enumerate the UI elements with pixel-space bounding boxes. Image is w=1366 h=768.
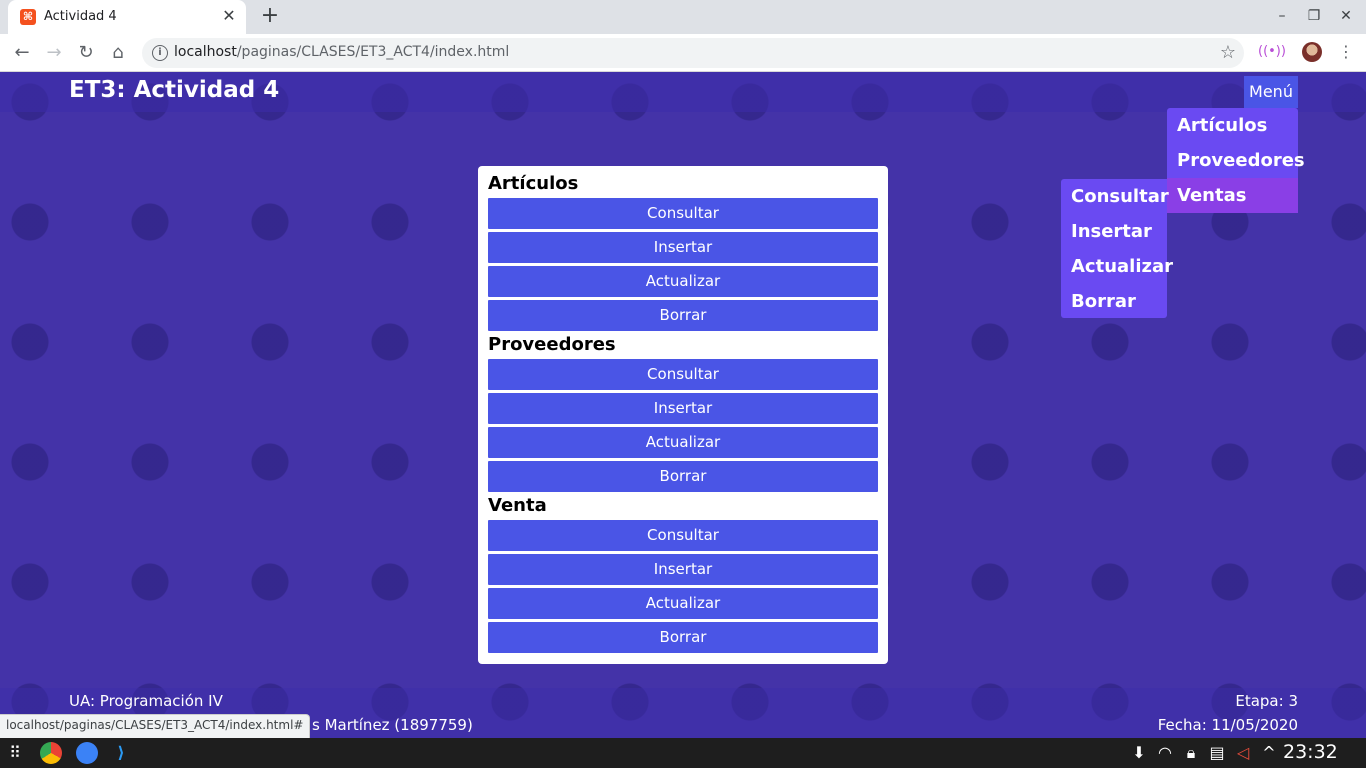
submenu-item-borrar[interactable]: Borrar — [1061, 284, 1167, 319]
extension-icon[interactable]: ((•)) — [1258, 43, 1286, 61]
browser-tabbar: ⌘ Actividad 4 ✕ + – ❐ ✕ — [0, 0, 1366, 34]
actions-card: Artículos Consultar Insertar Actualizar … — [478, 166, 888, 664]
close-window-icon[interactable]: ✕ — [1336, 6, 1356, 26]
more-menu-icon[interactable]: ⋮ — [1336, 42, 1356, 62]
submenu-item-insertar[interactable]: Insertar — [1061, 214, 1167, 249]
chrome-icon[interactable] — [40, 742, 62, 764]
proveedores-borrar-button[interactable]: Borrar — [488, 461, 878, 492]
articulos-consultar-button[interactable]: Consultar — [488, 198, 878, 229]
vscode-icon[interactable]: ⟩ — [110, 742, 132, 764]
home-icon[interactable]: ⌂ — [106, 41, 130, 65]
clipboard-icon[interactable]: ▤ — [1206, 742, 1228, 764]
menu-item-proveedores[interactable]: Proveedores — [1167, 143, 1305, 178]
app-grid-icon[interactable]: ⠿ — [4, 742, 26, 764]
venta-borrar-button[interactable]: Borrar — [488, 622, 878, 653]
browser-toolbar: ← → ↻ ⌂ i localhost/paginas/CLASES/ET3_A… — [0, 34, 1366, 72]
info-icon[interactable]: i — [152, 45, 168, 61]
articulos-borrar-button[interactable]: Borrar — [488, 300, 878, 331]
browser-tab[interactable]: ⌘ Actividad 4 ✕ — [8, 0, 246, 34]
articulos-actualizar-button[interactable]: Actualizar — [488, 266, 878, 297]
submenu-item-consultar[interactable]: Consultar — [1061, 179, 1169, 214]
url-text: localhost/paginas/CLASES/ET3_ACT4/index.… — [174, 44, 510, 60]
reload-icon[interactable]: ↻ — [74, 41, 98, 65]
minimize-icon[interactable]: – — [1272, 6, 1292, 26]
new-tab-button[interactable]: + — [260, 5, 280, 27]
browser-icon[interactable] — [76, 742, 98, 764]
submenu-item-actualizar[interactable]: Actualizar — [1061, 249, 1173, 284]
articulos-insertar-button[interactable]: Insertar — [488, 232, 878, 263]
page-body: ET3: Actividad 4 Menú Artículos Proveedo… — [0, 72, 1366, 738]
wifi-icon[interactable]: ◠ — [1154, 742, 1176, 764]
section-title-articulos: Artículos — [488, 173, 579, 194]
bookmark-star-icon[interactable]: ☆ — [1220, 42, 1236, 63]
menu-item-articulos[interactable]: Artículos — [1167, 108, 1298, 143]
section-title-venta: Venta — [488, 495, 547, 516]
volume-muted-icon[interactable]: ◁ — [1232, 742, 1254, 764]
restore-icon[interactable]: ❐ — [1304, 6, 1324, 26]
venta-insertar-button[interactable]: Insertar — [488, 554, 878, 585]
address-bar[interactable]: i localhost/paginas/CLASES/ET3_ACT4/inde… — [142, 38, 1244, 68]
footer-etapa: Etapa: 3 — [1235, 692, 1298, 710]
proveedores-actualizar-button[interactable]: Actualizar — [488, 427, 878, 458]
link-status-bubble: localhost/paginas/CLASES/ET3_ACT4/index.… — [0, 714, 311, 738]
back-icon[interactable]: ← — [10, 41, 34, 65]
lock-icon[interactable]: 🔒︎ — [1180, 742, 1202, 764]
tab-title: Actividad 4 — [44, 9, 117, 24]
os-taskbar: ⠿ ⟩ ⬇ ◠ 🔒︎ ▤ ◁ ^ 23:32 — [0, 738, 1366, 768]
page-title: ET3: Actividad 4 — [69, 77, 280, 103]
footer-student: s Martínez (1897759) — [312, 716, 473, 734]
page-header: ET3: Actividad 4 Menú — [0, 72, 1366, 112]
menu-item-ventas[interactable]: Ventas — [1167, 178, 1298, 213]
footer-ua: UA: Programación IV — [69, 692, 223, 710]
forward-icon[interactable]: → — [42, 41, 66, 65]
venta-consultar-button[interactable]: Consultar — [488, 520, 878, 551]
ventas-submenu: Consultar Insertar Actualizar Borrar — [1061, 179, 1173, 319]
menu-button[interactable]: Menú — [1244, 76, 1298, 108]
proveedores-insertar-button[interactable]: Insertar — [488, 393, 878, 424]
chevron-up-icon[interactable]: ^ — [1258, 742, 1280, 764]
section-title-proveedores: Proveedores — [488, 334, 616, 355]
xampp-favicon-icon: ⌘ — [20, 9, 36, 25]
close-tab-icon[interactable]: ✕ — [220, 7, 238, 25]
profile-avatar[interactable] — [1302, 42, 1322, 62]
footer-fecha: Fecha: 11/05/2020 — [1157, 716, 1298, 734]
venta-actualizar-button[interactable]: Actualizar — [488, 588, 878, 619]
download-icon[interactable]: ⬇ — [1128, 742, 1150, 764]
taskbar-clock[interactable]: 23:32 — [1283, 741, 1338, 763]
proveedores-consultar-button[interactable]: Consultar — [488, 359, 878, 390]
menu-dropdown: Artículos Proveedores Ventas — [1167, 108, 1305, 213]
